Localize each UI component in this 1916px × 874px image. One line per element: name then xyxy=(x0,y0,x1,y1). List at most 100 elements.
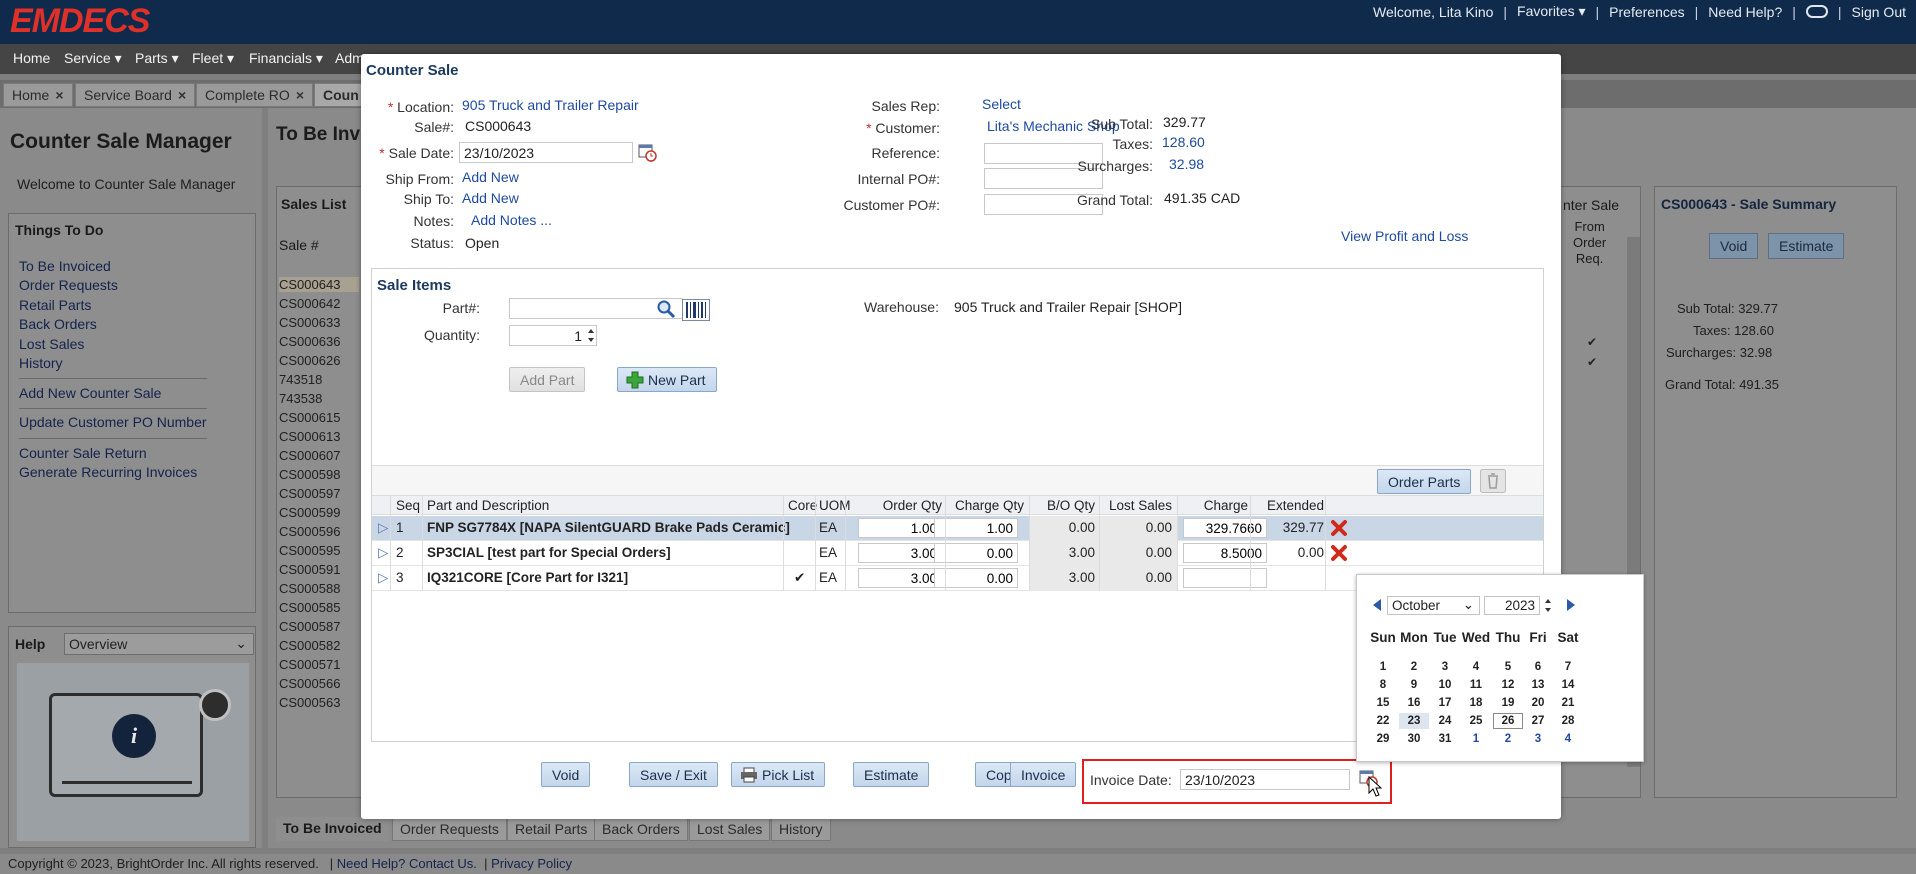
charge-input[interactable] xyxy=(1183,568,1267,588)
col-core[interactable]: Core xyxy=(788,498,817,513)
save-exit-button[interactable]: Save / Exit xyxy=(629,762,718,787)
calendar-day[interactable]: 2 xyxy=(1493,731,1523,747)
year-input[interactable]: 2023 xyxy=(1484,596,1540,615)
sales-list-row[interactable]: 743538 xyxy=(279,391,359,406)
chat-icon[interactable] xyxy=(1805,5,1828,18)
sales-list-row[interactable]: CS000598 xyxy=(279,467,359,482)
tab-complete-ro[interactable]: Complete RO × xyxy=(196,83,313,107)
link-order-requests[interactable]: Order Requests xyxy=(19,277,118,293)
calendar-day[interactable]: 22 xyxy=(1368,713,1398,729)
delete-row-icon[interactable] xyxy=(1330,519,1348,537)
btab-lost-sales[interactable]: Lost Sales xyxy=(689,817,771,841)
calendar-day[interactable]: 13 xyxy=(1523,677,1553,693)
calendar-day[interactable]: 15 xyxy=(1368,695,1398,711)
calendar-day[interactable]: 6 xyxy=(1523,659,1553,675)
new-part-button[interactable]: New Part xyxy=(617,367,717,392)
sales-list-row[interactable]: CS000633 xyxy=(279,315,359,330)
expand-row-icon[interactable]: ▷ xyxy=(378,545,388,561)
tab-home[interactable]: Home × xyxy=(3,83,73,107)
tab-service-board[interactable]: Service Board × xyxy=(75,83,196,107)
menu-admin[interactable]: Adm xyxy=(335,50,364,66)
close-icon[interactable]: × xyxy=(296,87,304,103)
calendar-day[interactable]: 3 xyxy=(1523,731,1553,747)
void-button[interactable]: Void xyxy=(541,762,591,787)
sales-list-row[interactable]: CS000585 xyxy=(279,600,359,615)
sales-list-row[interactable]: CS000591 xyxy=(279,562,359,577)
calendar-day[interactable]: 4 xyxy=(1461,659,1491,675)
sales-list-row[interactable]: CS000563 xyxy=(279,695,359,710)
barcode-icon[interactable] xyxy=(682,299,710,321)
invoice-date-input[interactable] xyxy=(1180,769,1350,790)
calendar-day[interactable]: 30 xyxy=(1399,731,1429,747)
link-lost-sales[interactable]: Lost Sales xyxy=(19,336,84,352)
btab-order-requests[interactable]: Order Requests xyxy=(392,817,507,841)
contact-link[interactable]: Need Help? Contact Us. xyxy=(337,856,477,871)
sales-list-row[interactable]: CS000588 xyxy=(279,581,359,596)
calendar-day[interactable]: 3 xyxy=(1430,659,1460,675)
year-stepper[interactable] xyxy=(1543,595,1553,616)
delete-row-icon[interactable] xyxy=(1330,544,1348,562)
next-month-icon[interactable] xyxy=(1565,598,1577,612)
btab-retail-parts[interactable]: Retail Parts xyxy=(507,817,596,841)
summary-void-button[interactable]: Void xyxy=(1709,233,1759,259)
emdecs-logo[interactable]: EMDECS xyxy=(10,2,150,41)
col-extended[interactable]: Extended xyxy=(1224,498,1324,513)
calendar-day[interactable]: 31 xyxy=(1430,731,1460,747)
sales-list-row[interactable]: CS000642 xyxy=(279,296,359,311)
order-qty-input[interactable] xyxy=(858,568,942,588)
estimate-button[interactable]: Estimate xyxy=(853,762,930,787)
calendar-icon[interactable] xyxy=(637,142,657,162)
sales-list-row[interactable]: CS000595 xyxy=(279,543,359,558)
col-sale-number[interactable]: Sale # xyxy=(279,237,319,253)
sales-rep-select[interactable]: Select xyxy=(982,96,1021,112)
add-notes-link[interactable]: Add Notes ... xyxy=(471,212,552,228)
menu-home[interactable]: Home xyxy=(13,50,50,66)
pick-list-button[interactable]: Pick List xyxy=(731,762,826,787)
link-generate-recurring-invoices[interactable]: Generate Recurring Invoices xyxy=(19,464,197,480)
calendar-day[interactable]: 18 xyxy=(1461,695,1491,711)
btab-history[interactable]: History xyxy=(771,817,831,841)
calendar-day[interactable]: 27 xyxy=(1523,713,1553,729)
sale-date-input[interactable] xyxy=(459,142,633,163)
calendar-day[interactable]: 12 xyxy=(1493,677,1523,693)
tab-counter-sale[interactable]: Coun xyxy=(314,83,368,107)
calendar-day[interactable]: 17 xyxy=(1430,695,1460,711)
search-icon[interactable] xyxy=(656,299,676,319)
expand-row-icon[interactable]: ▷ xyxy=(378,570,388,586)
calendar-day[interactable]: 4 xyxy=(1553,731,1583,747)
link-retail-parts[interactable]: Retail Parts xyxy=(19,297,91,313)
calendar-day[interactable]: 9 xyxy=(1399,677,1429,693)
table-row[interactable]: ▷ 1 FNP SG7784X [NAPA SilentGUARD Brake Pa… xyxy=(372,516,1543,541)
quantity-stepper[interactable] xyxy=(586,325,596,346)
sales-list-row[interactable]: CS000626 xyxy=(279,353,359,368)
sign-out-link[interactable]: Sign Out xyxy=(1852,4,1906,20)
sales-list-row[interactable]: CS000643 xyxy=(279,277,359,292)
sales-list-row[interactable]: CS000587 xyxy=(279,619,359,634)
link-back-orders[interactable]: Back Orders xyxy=(19,316,97,332)
prev-month-icon[interactable] xyxy=(1371,598,1383,612)
calendar-day[interactable]: 29 xyxy=(1368,731,1398,747)
calendar-day[interactable]: 25 xyxy=(1461,713,1491,729)
taxes-value[interactable]: 128.60 xyxy=(1162,134,1205,150)
close-icon[interactable]: × xyxy=(178,87,186,103)
need-help-link[interactable]: Need Help? xyxy=(1708,4,1782,20)
sales-list-row[interactable]: 743518 xyxy=(279,372,359,387)
month-select[interactable]: October ⌄ xyxy=(1387,596,1480,615)
close-icon[interactable]: × xyxy=(55,87,63,103)
calendar-day[interactable]: 24 xyxy=(1430,713,1460,729)
sales-list-row[interactable]: CS000596 xyxy=(279,524,359,539)
calendar-day[interactable]: 23 xyxy=(1399,713,1429,729)
calendar-day[interactable]: 7 xyxy=(1553,659,1583,675)
menu-fleet[interactable]: Fleet ▾ xyxy=(192,50,234,67)
favorites-menu[interactable]: Favorites ▾ xyxy=(1517,3,1586,20)
privacy-link[interactable]: Privacy Policy xyxy=(491,856,572,871)
sales-list-row[interactable]: CS000571 xyxy=(279,657,359,672)
sales-list-row[interactable]: CS000582 xyxy=(279,638,359,653)
link-to-be-invoiced[interactable]: To Be Invoiced xyxy=(19,258,111,274)
link-counter-sale-return[interactable]: Counter Sale Return xyxy=(19,445,147,461)
location-link[interactable]: 905 Truck and Trailer Repair xyxy=(462,97,639,113)
link-update-customer-po[interactable]: Update Customer PO Number xyxy=(19,414,207,430)
order-qty-input[interactable] xyxy=(858,518,942,538)
invoice-button[interactable]: Invoice xyxy=(1010,762,1077,787)
menu-service[interactable]: Service ▾ xyxy=(64,50,122,67)
